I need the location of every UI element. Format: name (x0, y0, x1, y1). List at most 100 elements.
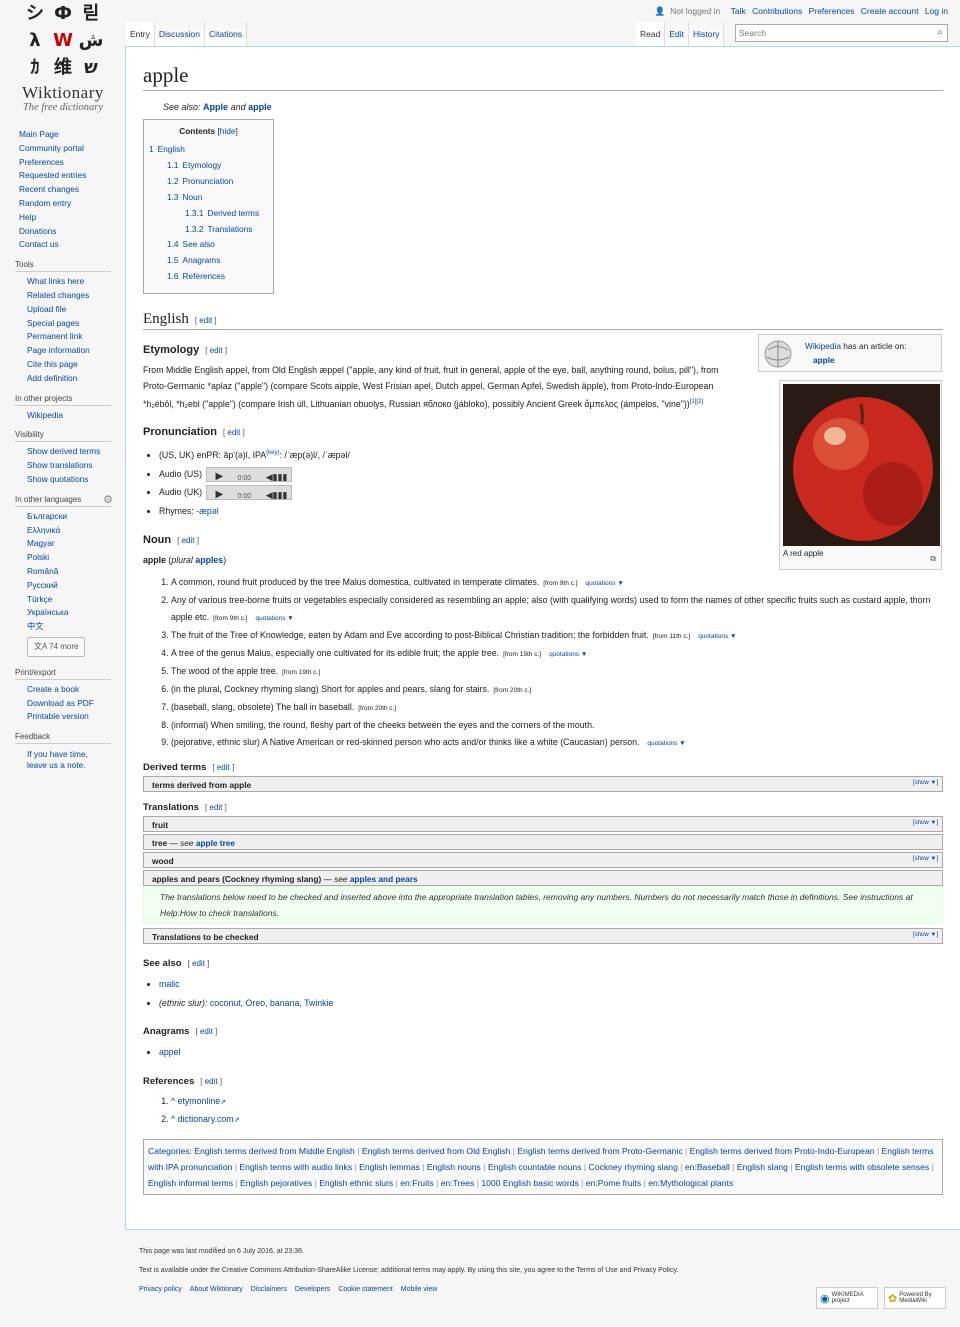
toc-link[interactable]: 1.4 (167, 239, 179, 249)
talk-link[interactable]: Talk (731, 6, 746, 16)
play-icon[interactable]: ▶ (215, 486, 223, 505)
footer-link[interactable]: Disclaimers (251, 1286, 287, 1293)
tab-discussion[interactable]: Discussion (154, 22, 205, 46)
toc-link-label[interactable]: Noun (183, 192, 203, 202)
reference-link[interactable]: ^ dictionary.com (171, 1114, 234, 1124)
toc-link-label[interactable]: Anagrams (183, 255, 221, 265)
wikimedia-badge[interactable]: ◉ WIKIMEDIA project (816, 1287, 878, 1309)
download-pdf-link[interactable]: Download as PDF (27, 698, 94, 708)
language-link[interactable]: Ελληνικά (27, 525, 60, 535)
plural-link[interactable]: apples (195, 555, 223, 565)
quotations-toggle[interactable]: quotations ▼ (698, 633, 736, 640)
toc-link[interactable]: 1.1 (167, 160, 179, 170)
category-link[interactable]: English terms derived from Proto-Indo-Eu… (690, 1146, 875, 1156)
toc-item[interactable]: 1 English (149, 142, 268, 158)
anagram-item[interactable]: appel (159, 1047, 181, 1057)
tab-history[interactable]: History (688, 22, 725, 46)
login-link[interactable]: Log in (925, 6, 948, 16)
category-link[interactable]: English nouns (427, 1162, 481, 1172)
category-link[interactable]: English terms with audio links (239, 1162, 352, 1172)
toc-link-label[interactable]: Translations (207, 224, 252, 234)
mediawiki-badge[interactable]: ✿ Powered By MediaWiki (884, 1287, 946, 1309)
footer-link[interactable]: Developers (295, 1286, 330, 1293)
toc-link[interactable]: 1.5 (167, 255, 179, 265)
footer-link[interactable]: Mobile view (401, 1286, 438, 1293)
tool-link[interactable]: Page information (27, 345, 90, 355)
toc-link[interactable]: 1 (149, 144, 154, 154)
language-link[interactable]: Русский (27, 580, 58, 590)
toc-link-label[interactable]: See also (183, 239, 215, 249)
language-link[interactable]: Magyar (27, 538, 55, 548)
tab-entry[interactable]: Entry (126, 22, 155, 46)
show-toggle[interactable]: [show ▼] (913, 856, 938, 862)
translation-see-link[interactable]: apples and pears (350, 874, 418, 884)
category-link[interactable]: English terms derived from Middle Englis… (194, 1146, 354, 1156)
etymology-refs[interactable]: [1][2] (690, 399, 703, 405)
tab-read[interactable]: Read (636, 22, 666, 46)
toc-item[interactable]: 1.3.2 Translations (149, 222, 268, 238)
category-link[interactable]: Cockney rhyming slang (589, 1162, 678, 1172)
toc-item[interactable]: 1.2 Pronunciation (149, 174, 268, 190)
volume-icon[interactable]: ◀▮▮▮ (266, 486, 288, 505)
nav-link[interactable]: Recent changes (19, 184, 79, 194)
feedback-link[interactable]: If you have time, leave us a note. (27, 749, 88, 770)
show-toggle[interactable]: [show ▼] (913, 932, 938, 938)
tool-link[interactable]: Cite this page (27, 359, 78, 369)
language-link[interactable]: Română (27, 566, 58, 576)
category-link[interactable]: en:Trees (441, 1178, 475, 1188)
edit-link[interactable]: edit (182, 536, 195, 545)
language-link[interactable]: Български (27, 511, 67, 521)
category-link[interactable]: English slang (737, 1162, 788, 1172)
translation-box[interactable]: fruit [show ▼] (143, 816, 943, 832)
audio-player-uk[interactable]: ▶ 0:00 ◀▮▮▮ (206, 485, 293, 501)
tool-link[interactable]: What links here (27, 276, 84, 286)
translation-box[interactable]: wood [show ▼] (143, 852, 943, 868)
rhymes-link[interactable]: -æpəl (196, 506, 219, 516)
show-derived-link[interactable]: Show derived terms (27, 446, 100, 456)
reference-link[interactable]: ^ etymonline (171, 1096, 220, 1106)
toc-item[interactable]: 1.3.1 Derived terms (149, 206, 268, 222)
ipa-key-link[interactable]: (key) (266, 450, 279, 456)
preferences-link[interactable]: Preferences (809, 6, 855, 16)
toc-link-label[interactable]: References (183, 271, 225, 281)
quotations-toggle[interactable]: quotations ▼ (549, 651, 587, 658)
create-account-link[interactable]: Create account (861, 6, 919, 16)
language-link[interactable]: 中文 (27, 621, 44, 631)
nav-link[interactable]: Help (19, 212, 36, 222)
play-icon[interactable]: ▶ (215, 468, 223, 487)
tool-link[interactable]: Permanent link (27, 331, 82, 341)
category-link[interactable]: English lemmas (359, 1162, 420, 1172)
toc-link[interactable]: 1.2 (167, 176, 179, 186)
nav-link[interactable]: Main Page (19, 129, 59, 139)
translations-to-check-box[interactable]: Translations to be checked [show ▼] (143, 928, 943, 944)
see-also-item[interactable]: malic (159, 979, 180, 989)
toc-link[interactable]: 1.3 (167, 192, 179, 202)
category-link[interactable]: en:Fruits (400, 1178, 433, 1188)
see-also-item[interactable]: coconut, Oreo, banana, Twinkie (210, 998, 334, 1008)
wikipedia-article-link[interactable]: apple (813, 355, 835, 365)
toc-item[interactable]: 1.5 Anagrams (149, 253, 268, 269)
translation-box[interactable]: tree — see apple tree (143, 834, 943, 850)
quotations-toggle[interactable]: quotations ▼ (586, 580, 624, 587)
edit-link[interactable]: edit (217, 763, 230, 772)
toc-hide-link[interactable]: hide (220, 126, 236, 136)
edit-link[interactable]: edit (192, 959, 205, 968)
edit-link[interactable]: edit (210, 346, 223, 355)
category-link[interactable]: English countable nouns (488, 1162, 582, 1172)
nav-link[interactable]: Contact us (19, 239, 59, 249)
printable-version-link[interactable]: Printable version (27, 711, 89, 721)
footer-link[interactable]: About Wiktionary (190, 1286, 243, 1293)
show-toggle[interactable]: [show ▼] (913, 820, 938, 826)
nav-link[interactable]: Requested entries (19, 170, 86, 180)
category-link[interactable]: English terms with obsolete senses (795, 1162, 929, 1172)
language-link[interactable]: Türkçe (27, 594, 52, 604)
create-book-link[interactable]: Create a book (27, 684, 79, 694)
language-link[interactable]: Polski (27, 552, 49, 562)
search-icon[interactable]: ⌕ (937, 27, 943, 38)
toc-link-label[interactable]: Pronunciation (183, 176, 234, 186)
gear-icon[interactable]: ⚙ (103, 493, 113, 506)
category-link[interactable]: en:Baseball (685, 1162, 730, 1172)
tab-citations[interactable]: Citations (204, 22, 248, 46)
toc-link[interactable]: 1.3.1 (185, 208, 203, 218)
category-link[interactable]: English terms derived from Old English (362, 1146, 511, 1156)
